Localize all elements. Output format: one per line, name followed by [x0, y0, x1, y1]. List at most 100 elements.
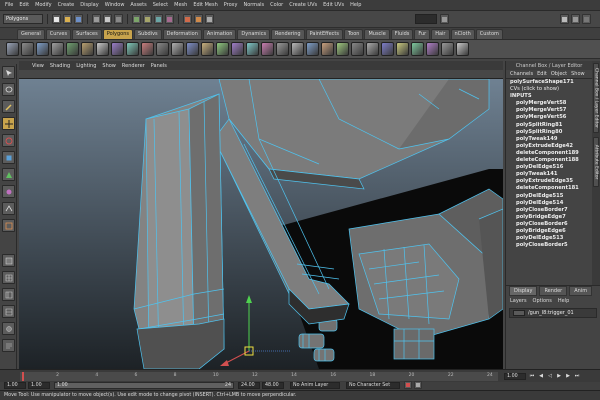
input-node[interactable]: polyDelEdge515 — [506, 193, 592, 200]
shelf-combine-icon[interactable] — [186, 42, 199, 56]
menu-item-select[interactable]: Select — [150, 2, 171, 8]
anim-layer-selector[interactable]: No Anim Layer — [290, 382, 340, 389]
shelf-reduce-icon[interactable] — [261, 42, 274, 56]
select-tool-icon[interactable] — [2, 66, 15, 79]
select-object-icon[interactable] — [103, 14, 112, 24]
shelf-fill-hole-icon[interactable] — [321, 42, 334, 56]
input-node[interactable]: polyDelEdge513 — [506, 235, 592, 242]
character-set-selector[interactable]: No Character Set — [346, 382, 400, 389]
new-scene-icon[interactable] — [52, 14, 61, 24]
shape-node-label[interactable]: polySurfaceShape171 — [506, 79, 592, 86]
menu-item-mesh[interactable]: Mesh — [171, 2, 190, 8]
input-node[interactable]: polyCloseBorder5 — [506, 242, 592, 249]
snap-point-icon[interactable] — [154, 14, 163, 24]
step-back-icon[interactable]: ◀ — [537, 372, 545, 380]
layer-menu-help[interactable]: Help — [558, 298, 569, 304]
goto-end-icon[interactable]: ⏭ — [573, 372, 581, 380]
menu-item-edit-uvs[interactable]: Edit UVs — [320, 2, 347, 8]
layer-tab-anim[interactable]: Anim — [569, 286, 593, 296]
shelf-tab-polygons[interactable]: Polygons — [102, 29, 133, 39]
perspective-viewport[interactable] — [19, 79, 503, 369]
single-perspective-layout-icon[interactable] — [2, 254, 15, 267]
viewport-menu-renderer[interactable]: Renderer — [119, 63, 148, 69]
layer-tab-display[interactable]: Display — [509, 286, 538, 296]
shelf-cylinder-icon[interactable] — [36, 42, 49, 56]
input-node[interactable]: polyTweak141 — [506, 171, 592, 178]
shelf-tab-fluids[interactable]: Fluids — [390, 29, 414, 39]
input-node[interactable]: polyBridgeEdge6 — [506, 228, 592, 235]
layer-row[interactable]: /gun_l8:trigger_01 — [509, 308, 597, 318]
select-hierarchy-icon[interactable] — [92, 14, 101, 24]
shelf-bevel-icon[interactable] — [441, 42, 454, 56]
side-tab-channelbox[interactable]: Channel Box / Layer Editor — [593, 63, 599, 133]
last-tool-icon[interactable] — [2, 219, 15, 232]
rotate-tool-icon[interactable] — [2, 134, 15, 147]
scale-tool-icon[interactable] — [2, 151, 15, 164]
shelf-tab-fur[interactable]: Fur — [414, 29, 431, 39]
animation-start-field[interactable]: 1.00 — [4, 382, 26, 389]
step-forward-icon[interactable]: ▶ — [564, 372, 572, 380]
shelf-extrude-icon[interactable] — [411, 42, 424, 56]
menu-item-normals[interactable]: Normals — [240, 2, 267, 8]
shelf-extract-icon[interactable] — [216, 42, 229, 56]
shelf-sphere-icon[interactable] — [6, 42, 19, 56]
shelf-tab-painteffects[interactable]: PaintEffects — [305, 29, 343, 39]
shelf-append-icon[interactable] — [351, 42, 364, 56]
menu-item-edit-mesh[interactable]: Edit Mesh — [190, 2, 220, 8]
current-time-indicator[interactable] — [22, 372, 24, 381]
persp-graph-layout-icon[interactable] — [2, 305, 15, 318]
snap-curve-icon[interactable] — [143, 14, 152, 24]
select-component-icon[interactable] — [114, 14, 123, 24]
shelf-bridge-icon[interactable] — [426, 42, 439, 56]
shelf-triangulate-icon[interactable] — [291, 42, 304, 56]
shelf-tab-muscle[interactable]: Muscle — [364, 29, 390, 39]
shelf-tab-deformation[interactable]: Deformation — [162, 29, 202, 39]
time-slider-track[interactable] — [20, 372, 498, 381]
input-node[interactable]: polyTweak149 — [506, 136, 592, 143]
menu-item-color[interactable]: Color — [267, 2, 286, 8]
menu-item-display[interactable]: Display — [77, 2, 101, 8]
menu-item-proxy[interactable]: Proxy — [221, 2, 241, 8]
shelf-soccer-ball-icon[interactable] — [156, 42, 169, 56]
side-tab-attribute-editor[interactable]: Attribute Editor — [593, 137, 599, 187]
shelf-pyramid-icon[interactable] — [111, 42, 124, 56]
shelf-tab-curves[interactable]: Curves — [45, 29, 72, 39]
input-node[interactable]: polyExtrudeEdge35 — [506, 178, 592, 185]
shelf-tab-toon[interactable]: Toon — [343, 29, 364, 39]
channel-box-menu-object[interactable]: Object — [551, 71, 567, 77]
input-node[interactable]: polyExtrudeEdge42 — [506, 143, 592, 150]
playback-start-field[interactable]: 1.00 — [28, 382, 50, 389]
cvs-toggle[interactable]: CVs (click to show) — [506, 86, 592, 93]
range-slider-bar[interactable]: 1.00 24 — [54, 382, 234, 389]
shelf-insert-loop-icon[interactable] — [381, 42, 394, 56]
paint-select-tool-icon[interactable] — [2, 100, 15, 113]
shelf-tab-surfaces[interactable]: Surfaces — [72, 29, 102, 39]
menu-item-assets[interactable]: Assets — [127, 2, 149, 8]
layer-visibility-swatch[interactable] — [513, 310, 525, 316]
four-view-layout-icon[interactable] — [2, 271, 15, 284]
goto-start-icon[interactable]: ⏮ — [528, 372, 536, 380]
current-frame-field[interactable]: 1.00 — [504, 373, 526, 380]
input-node[interactable]: polyMergeVert58 — [506, 100, 592, 107]
shelf-tab-general[interactable]: General — [17, 29, 45, 39]
shelf-booleans-icon[interactable] — [231, 42, 244, 56]
input-node[interactable]: polySplitRing81 — [506, 122, 592, 129]
input-node[interactable]: polyCloseBorder7 — [506, 207, 592, 214]
render-frame-icon[interactable] — [183, 14, 192, 24]
persp-outliner-layout-icon[interactable] — [2, 288, 15, 301]
auto-key-icon[interactable] — [404, 381, 412, 389]
shelf-tab-hair[interactable]: Hair — [431, 29, 450, 39]
script-editor-layout-icon[interactable] — [2, 339, 15, 352]
toggle-attr-editor-icon[interactable] — [571, 14, 580, 24]
open-scene-icon[interactable] — [63, 14, 72, 24]
menu-item-file[interactable]: File — [2, 2, 16, 8]
save-scene-icon[interactable] — [74, 14, 83, 24]
channel-box-menu-show[interactable]: Show — [571, 71, 585, 77]
shelf-tab-subdivs[interactable]: Subdivs — [134, 29, 162, 39]
manipulator-tool-icon[interactable] — [2, 168, 15, 181]
viewport-menu-view[interactable]: View — [29, 63, 47, 69]
shelf-plane-icon[interactable] — [66, 42, 79, 56]
soft-mod-tool-icon[interactable] — [2, 185, 15, 198]
menu-item-modify[interactable]: Modify — [32, 2, 55, 8]
input-node[interactable]: polyMergeVert57 — [506, 107, 592, 114]
